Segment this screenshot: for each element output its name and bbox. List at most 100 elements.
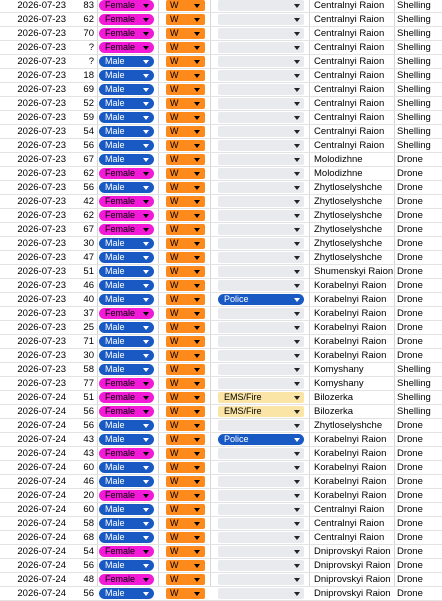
location-cell[interactable]: Centralnyi Raion bbox=[314, 111, 395, 124]
responder-dropdown[interactable] bbox=[218, 280, 304, 291]
attack-type-cell[interactable]: Drone bbox=[397, 307, 442, 320]
responder-dropdown[interactable] bbox=[218, 56, 304, 67]
gender-dropdown[interactable]: Male bbox=[99, 140, 154, 151]
date-cell[interactable]: 2026-07-24 bbox=[0, 517, 66, 530]
responder-dropdown[interactable] bbox=[218, 42, 304, 53]
w-dropdown[interactable]: W bbox=[166, 364, 205, 375]
gender-dropdown[interactable]: Female bbox=[99, 28, 154, 39]
responder-dropdown[interactable] bbox=[218, 420, 304, 431]
gender-dropdown[interactable]: Female bbox=[99, 14, 154, 25]
attack-type-cell[interactable]: Drone bbox=[397, 335, 442, 348]
w-dropdown[interactable]: W bbox=[166, 0, 205, 11]
age-cell[interactable]: 42 bbox=[67, 195, 94, 208]
attack-type-cell[interactable]: Shelling bbox=[397, 125, 442, 138]
responder-dropdown[interactable] bbox=[218, 336, 304, 347]
gender-dropdown[interactable]: Male bbox=[99, 280, 154, 291]
date-cell[interactable]: 2026-07-23 bbox=[0, 13, 66, 26]
date-cell[interactable]: 2026-07-23 bbox=[0, 223, 66, 236]
responder-dropdown[interactable] bbox=[218, 224, 304, 235]
gender-dropdown[interactable]: Male bbox=[99, 588, 154, 599]
attack-type-cell[interactable]: Drone bbox=[397, 461, 442, 474]
responder-dropdown[interactable] bbox=[218, 448, 304, 459]
attack-type-cell[interactable]: Drone bbox=[397, 209, 442, 222]
w-dropdown[interactable]: W bbox=[166, 252, 205, 263]
attack-type-cell[interactable]: Drone bbox=[397, 293, 442, 306]
age-cell[interactable]: 46 bbox=[67, 279, 94, 292]
w-dropdown[interactable]: W bbox=[166, 336, 205, 347]
location-cell[interactable]: Centralnyi Raion bbox=[314, 55, 395, 68]
location-cell[interactable]: Bilozerka bbox=[314, 391, 395, 404]
date-cell[interactable]: 2026-07-23 bbox=[0, 377, 66, 390]
attack-type-cell[interactable]: Drone bbox=[397, 545, 442, 558]
gender-dropdown[interactable]: Male bbox=[99, 462, 154, 473]
w-dropdown[interactable]: W bbox=[166, 420, 205, 431]
gender-dropdown[interactable]: Male bbox=[99, 350, 154, 361]
responder-dropdown[interactable] bbox=[218, 532, 304, 543]
gender-dropdown[interactable]: Male bbox=[99, 252, 154, 263]
w-dropdown[interactable]: W bbox=[166, 14, 205, 25]
attack-type-cell[interactable]: Shelling bbox=[397, 55, 442, 68]
responder-dropdown[interactable]: EMS/Fire bbox=[218, 392, 304, 403]
attack-type-cell[interactable]: Drone bbox=[397, 251, 442, 264]
location-cell[interactable]: Centralnyi Raion bbox=[314, 83, 395, 96]
w-dropdown[interactable]: W bbox=[166, 518, 205, 529]
attack-type-cell[interactable]: Shelling bbox=[397, 83, 442, 96]
responder-dropdown[interactable] bbox=[218, 322, 304, 333]
attack-type-cell[interactable]: Shelling bbox=[397, 377, 442, 390]
attack-type-cell[interactable]: Drone bbox=[397, 503, 442, 516]
age-cell[interactable]: 62 bbox=[67, 167, 94, 180]
gender-dropdown[interactable]: Female bbox=[99, 490, 154, 501]
gender-dropdown[interactable]: Male bbox=[99, 322, 154, 333]
age-cell[interactable]: 67 bbox=[67, 153, 94, 166]
date-cell[interactable]: 2026-07-23 bbox=[0, 321, 66, 334]
w-dropdown[interactable]: W bbox=[166, 322, 205, 333]
location-cell[interactable]: Komyshany bbox=[314, 377, 395, 390]
location-cell[interactable]: Centralnyi Raion bbox=[314, 517, 395, 530]
date-cell[interactable]: 2026-07-23 bbox=[0, 335, 66, 348]
date-cell[interactable]: 2026-07-24 bbox=[0, 559, 66, 572]
location-cell[interactable]: Korabelnyi Raion bbox=[314, 447, 395, 460]
age-cell[interactable]: 56 bbox=[67, 419, 94, 432]
date-cell[interactable]: 2026-07-23 bbox=[0, 41, 66, 54]
gender-dropdown[interactable]: Male bbox=[99, 434, 154, 445]
location-cell[interactable]: Dniprovskyi Raion bbox=[314, 545, 395, 558]
attack-type-cell[interactable]: Shelling bbox=[397, 405, 442, 418]
age-cell[interactable]: 52 bbox=[67, 97, 94, 110]
gender-dropdown[interactable]: Female bbox=[99, 448, 154, 459]
responder-dropdown[interactable] bbox=[218, 210, 304, 221]
age-cell[interactable]: 30 bbox=[67, 237, 94, 250]
responder-dropdown[interactable] bbox=[218, 98, 304, 109]
location-cell[interactable]: Komyshany bbox=[314, 363, 395, 376]
attack-type-cell[interactable]: Drone bbox=[397, 181, 442, 194]
date-cell[interactable]: 2026-07-24 bbox=[0, 475, 66, 488]
w-dropdown[interactable]: W bbox=[166, 238, 205, 249]
age-cell[interactable]: 71 bbox=[67, 335, 94, 348]
attack-type-cell[interactable]: Drone bbox=[397, 153, 442, 166]
attack-type-cell[interactable]: Drone bbox=[397, 419, 442, 432]
gender-dropdown[interactable]: Male bbox=[99, 532, 154, 543]
w-dropdown[interactable]: W bbox=[166, 350, 205, 361]
date-cell[interactable]: 2026-07-23 bbox=[0, 139, 66, 152]
gender-dropdown[interactable]: Male bbox=[99, 336, 154, 347]
location-cell[interactable]: Korabelnyi Raion bbox=[314, 475, 395, 488]
date-cell[interactable]: 2026-07-24 bbox=[0, 503, 66, 516]
date-cell[interactable]: 2026-07-24 bbox=[0, 545, 66, 558]
age-cell[interactable]: 77 bbox=[67, 377, 94, 390]
location-cell[interactable]: Zhytloselyshche bbox=[314, 223, 395, 236]
w-dropdown[interactable]: W bbox=[166, 574, 205, 585]
date-cell[interactable]: 2026-07-23 bbox=[0, 69, 66, 82]
location-cell[interactable]: Korabelnyi Raion bbox=[314, 349, 395, 362]
responder-dropdown[interactable] bbox=[218, 490, 304, 501]
date-cell[interactable]: 2026-07-24 bbox=[0, 461, 66, 474]
w-dropdown[interactable]: W bbox=[166, 154, 205, 165]
w-dropdown[interactable]: W bbox=[166, 490, 205, 501]
gender-dropdown[interactable]: Male bbox=[99, 560, 154, 571]
w-dropdown[interactable]: W bbox=[166, 70, 205, 81]
gender-dropdown[interactable]: Female bbox=[99, 392, 154, 403]
age-cell[interactable]: 51 bbox=[67, 265, 94, 278]
responder-dropdown[interactable]: Police bbox=[218, 294, 304, 305]
location-cell[interactable]: Zhytloselyshche bbox=[314, 209, 395, 222]
responder-dropdown[interactable] bbox=[218, 560, 304, 571]
w-dropdown[interactable]: W bbox=[166, 532, 205, 543]
gender-dropdown[interactable]: Male bbox=[99, 70, 154, 81]
